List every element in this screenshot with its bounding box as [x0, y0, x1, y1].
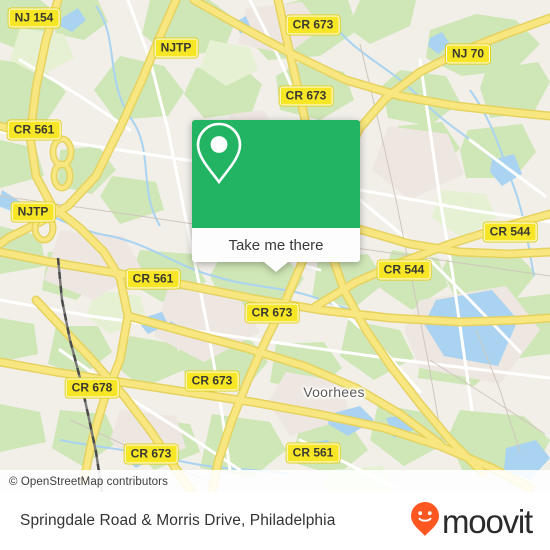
footer-bar: Springdale Road & Morris Drive, Philadel… — [0, 492, 550, 550]
location-popup-card[interactable]: Take me there — [192, 120, 360, 272]
road-shield[interactable]: NJTP — [11, 202, 55, 222]
popup-header — [192, 120, 360, 228]
road-shield[interactable]: NJTP — [154, 38, 198, 58]
popup-pointer — [264, 262, 288, 272]
road-shield[interactable]: CR 561 — [286, 443, 340, 463]
place-label-voorhees: Voorhees — [303, 384, 365, 400]
map-canvas[interactable]: Voorhees NJ 154 NJTP CR 673 NJ 70 CR 673… — [0, 0, 550, 492]
location-title: Springdale Road & Morris Drive, Philadel… — [20, 512, 336, 529]
road-shield[interactable]: NJ 154 — [8, 8, 60, 28]
road-shield[interactable]: CR 544 — [483, 222, 537, 242]
road-shield[interactable]: NJ 70 — [445, 44, 491, 64]
road-shield[interactable]: CR 561 — [126, 269, 180, 289]
road-shield[interactable]: CR 561 — [7, 120, 61, 140]
take-me-there-button[interactable]: Take me there — [192, 228, 360, 262]
take-me-there-label: Take me there — [228, 236, 324, 254]
moovit-pin-smiley-icon — [410, 501, 440, 542]
road-shield[interactable]: CR 673 — [286, 15, 340, 35]
road-shield[interactable]: CR 673 — [124, 444, 178, 464]
road-shield[interactable]: CR 678 — [65, 378, 119, 398]
map-screenshot: Voorhees NJ 154 NJTP CR 673 NJ 70 CR 673… — [0, 0, 550, 550]
attribution-bar: © OpenStreetMap contributors — [0, 470, 550, 492]
road-shield[interactable]: CR 673 — [279, 86, 333, 106]
road-shield[interactable]: CR 673 — [245, 303, 299, 323]
moovit-wordmark: moovit — [442, 502, 533, 540]
road-shield[interactable]: CR 544 — [377, 260, 431, 280]
osm-attribution[interactable]: © OpenStreetMap contributors — [9, 476, 168, 488]
road-shield[interactable]: CR 673 — [185, 371, 239, 391]
moovit-logo[interactable]: moovit — [410, 501, 533, 542]
